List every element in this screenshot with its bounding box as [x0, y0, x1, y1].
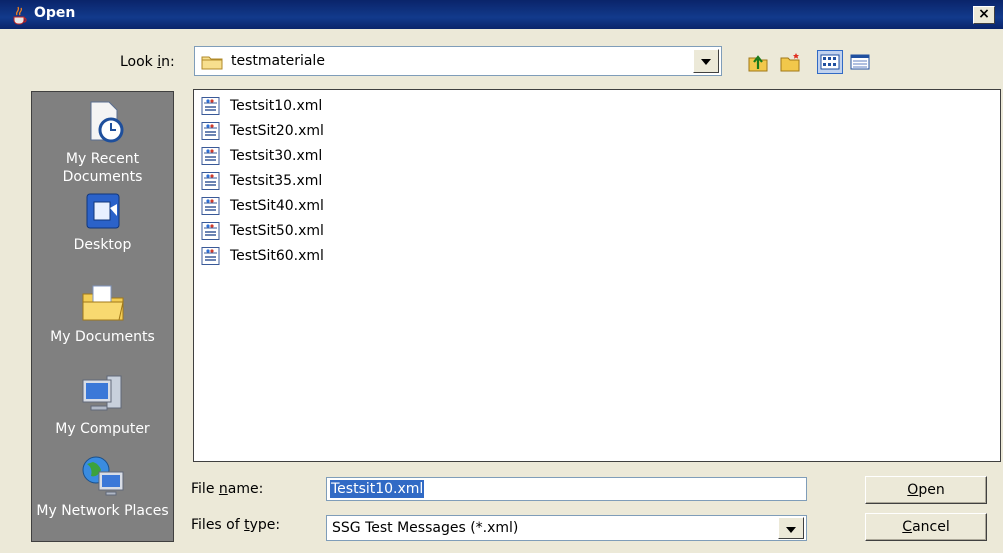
file-type-label: Files of type:	[191, 517, 281, 533]
file-type-dropdown-button[interactable]	[778, 517, 804, 539]
place-label: My Documents	[50, 329, 155, 345]
place-label: My Recent Documents	[62, 151, 143, 185]
look-in-combo[interactable]: testmateriale	[194, 46, 722, 76]
file-name-text: TestSit50.xml	[230, 223, 324, 239]
xml-file-icon	[201, 122, 221, 140]
xml-file-icon	[201, 247, 221, 265]
file-name-text: TestSit40.xml	[230, 198, 324, 214]
java-cup-icon	[13, 6, 27, 25]
place-label: Desktop	[73, 237, 132, 253]
open-button[interactable]: Open	[865, 476, 987, 504]
desktop-icon	[86, 193, 119, 229]
close-button[interactable]: ×	[973, 6, 995, 24]
xml-file-icon	[201, 147, 221, 165]
window-title: Open	[34, 5, 76, 21]
xml-file-icon	[201, 172, 221, 190]
network-places-icon	[82, 456, 123, 496]
look-in-dropdown-button[interactable]	[693, 49, 719, 73]
file-name-input[interactable]: Testsit10.xml	[326, 477, 807, 501]
folder-icon	[201, 56, 223, 70]
details-view-icon[interactable]	[849, 52, 871, 72]
file-list[interactable]: Testsit10.xml TestSit20.xml Testsit30.xml T…	[193, 89, 1001, 462]
places-sidebar: My Recent Documents Desktop My Documents…	[31, 91, 174, 542]
xml-file-icon	[201, 222, 221, 240]
look-in-label: Look in:	[120, 54, 175, 70]
file-name-text: TestSit60.xml	[230, 248, 324, 264]
title-bar: Open ×	[0, 0, 1003, 29]
file-name-text: TestSit20.xml	[230, 123, 324, 139]
file-type-combo[interactable]: SSG Test Messages (*.xml)	[326, 515, 807, 541]
up-one-level-icon[interactable]	[747, 52, 769, 72]
place-desktop[interactable]: Desktop	[32, 192, 173, 254]
xml-file-icon	[201, 97, 221, 115]
file-name-value: Testsit10.xml	[330, 480, 425, 498]
list-view-icon[interactable]	[817, 50, 843, 74]
file-name-text: Testsit30.xml	[230, 148, 323, 164]
place-label: My Network Places	[36, 503, 169, 519]
place-my-recent-documents[interactable]: My Recent Documents	[32, 98, 173, 186]
file-type-value: SSG Test Messages (*.xml)	[332, 520, 519, 536]
my-computer-icon	[82, 375, 121, 411]
place-my-documents[interactable]: My Documents	[32, 280, 173, 346]
file-name-text: Testsit35.xml	[230, 173, 323, 189]
place-label: My Computer	[55, 421, 150, 437]
file-name-text: Testsit10.xml	[230, 98, 323, 114]
place-my-computer[interactable]: My Computer	[32, 372, 173, 438]
xml-file-icon	[201, 197, 221, 215]
close-icon: ×	[978, 6, 990, 22]
cancel-button[interactable]: Cancel	[865, 513, 987, 541]
my-documents-icon	[82, 285, 124, 321]
recent-documents-icon	[90, 101, 123, 143]
file-name-label: File name:	[191, 481, 264, 497]
place-my-network-places[interactable]: My Network Places	[32, 454, 173, 520]
create-new-folder-icon[interactable]	[779, 52, 801, 72]
look-in-value: testmateriale	[231, 53, 325, 69]
